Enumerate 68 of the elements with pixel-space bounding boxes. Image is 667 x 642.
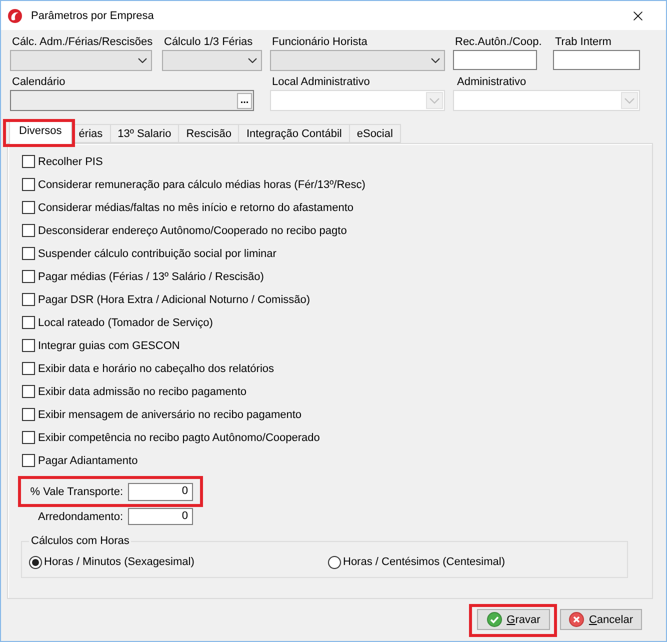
text-field[interactable] (553, 50, 640, 70)
chevron-down-icon (138, 58, 147, 63)
checkbox[interactable] (22, 408, 35, 421)
chevron-down-icon (248, 58, 257, 63)
field-label: Cálculo 1/3 Férias (164, 35, 253, 50)
checkbox[interactable] (22, 362, 35, 375)
checkbox[interactable] (22, 247, 35, 260)
dropdown-field[interactable] (270, 50, 445, 71)
field-label: Local Administrativo (272, 75, 370, 90)
radio-label: Horas / Centésimos (Centesimal) (343, 556, 505, 568)
field-label: Arredondamento: (37, 510, 123, 522)
tab[interactable]: Rescisão (178, 124, 240, 143)
save-button[interactable]: Gravar (476, 609, 550, 630)
lookup-field[interactable]: ... (10, 90, 254, 111)
checkbox-label: Exibir competência no recibo pagto Autônomo/Cooperado (38, 432, 320, 444)
field-label: Funcionário Horista (272, 35, 368, 50)
logo-icon (8, 8, 22, 22)
checkbox-label: Integrar guias com GESCON (38, 340, 180, 352)
chevron-down-icon (426, 92, 443, 109)
field-label: Cálc. Adm./Férias/Rescisões (12, 35, 153, 50)
checkbox-label: Desconsiderar endereço Autônomo/Cooperado no recibo pagto (38, 224, 347, 236)
check-circle-icon (486, 612, 502, 627)
chevron-down-icon (621, 92, 638, 109)
window-title: Parâmetros por Empresa (31, 10, 154, 22)
ellipsis-button[interactable]: ... (237, 92, 252, 108)
radio-button[interactable] (328, 556, 341, 568)
checkbox[interactable] (22, 270, 35, 283)
checkbox[interactable] (22, 454, 35, 467)
checkbox[interactable] (22, 178, 35, 191)
cancel-button[interactable]: Cancelar (560, 609, 642, 630)
field-label: Calendário (12, 75, 66, 90)
dropdown-field[interactable] (162, 50, 262, 71)
checkbox[interactable] (22, 385, 35, 398)
radio-button[interactable] (29, 556, 42, 568)
checkbox[interactable] (22, 293, 35, 306)
number-field[interactable]: 0 (128, 508, 193, 525)
radio-label: Horas / Minutos (Sexagesimal) (44, 556, 194, 568)
checkbox-label: Recolher PIS (38, 156, 103, 168)
checkbox-label: Considerar médias/faltas no mês início e retorno do afastamento (38, 202, 354, 214)
checkbox[interactable] (22, 224, 35, 237)
checkbox[interactable] (22, 431, 35, 444)
field-label: Rec.Autôn./Coop. (455, 35, 542, 50)
field-label: Trab Interm (555, 35, 612, 50)
field-label: % Vale Transporte: (29, 486, 123, 498)
checkbox-label: Considerar remuneração para cálculo médias horas (Fér/13º/Resc) (38, 178, 366, 190)
checkbox-label: Pagar DSR (Hora Extra / Adicional Noturno / Comissão) (38, 294, 310, 306)
text-field[interactable] (453, 50, 537, 70)
checkbox-label: Suspender cálculo contribuição social por liminar (38, 248, 276, 260)
number-field[interactable]: 0 (128, 483, 193, 501)
checkbox-label: Exibir mensagem de aniversário no recibo pagamento (38, 408, 302, 420)
checkbox-label: Pagar Adiantamento (38, 454, 138, 466)
checkbox-label: Pagar médias (Férias / 13º Salário / Rescisão) (38, 270, 264, 282)
tab[interactable]: Diversos (9, 120, 72, 144)
checkbox[interactable] (22, 316, 35, 329)
group-title: Cálculos com Horas (30, 535, 130, 547)
chevron-down-icon (431, 58, 440, 63)
checkbox[interactable] (22, 201, 35, 214)
checkbox[interactable] (22, 339, 35, 352)
tab[interactable]: eSocial (348, 124, 401, 143)
tab[interactable]: Integração Contábil (238, 124, 350, 143)
tab[interactable]: 13º Salario (110, 124, 180, 143)
dropdown-field[interactable] (10, 50, 152, 71)
checkbox[interactable] (22, 155, 35, 168)
checkbox-label: Local rateado (Tomador de Serviço) (38, 316, 213, 328)
checkbox-label: Exibir data e horário no cabeçalho dos relatórios (38, 362, 274, 374)
field-label: Administrativo (457, 75, 526, 90)
x-circle-icon (568, 612, 584, 627)
checkbox-label: Exibir data admissão no recibo pagamento (38, 386, 247, 398)
